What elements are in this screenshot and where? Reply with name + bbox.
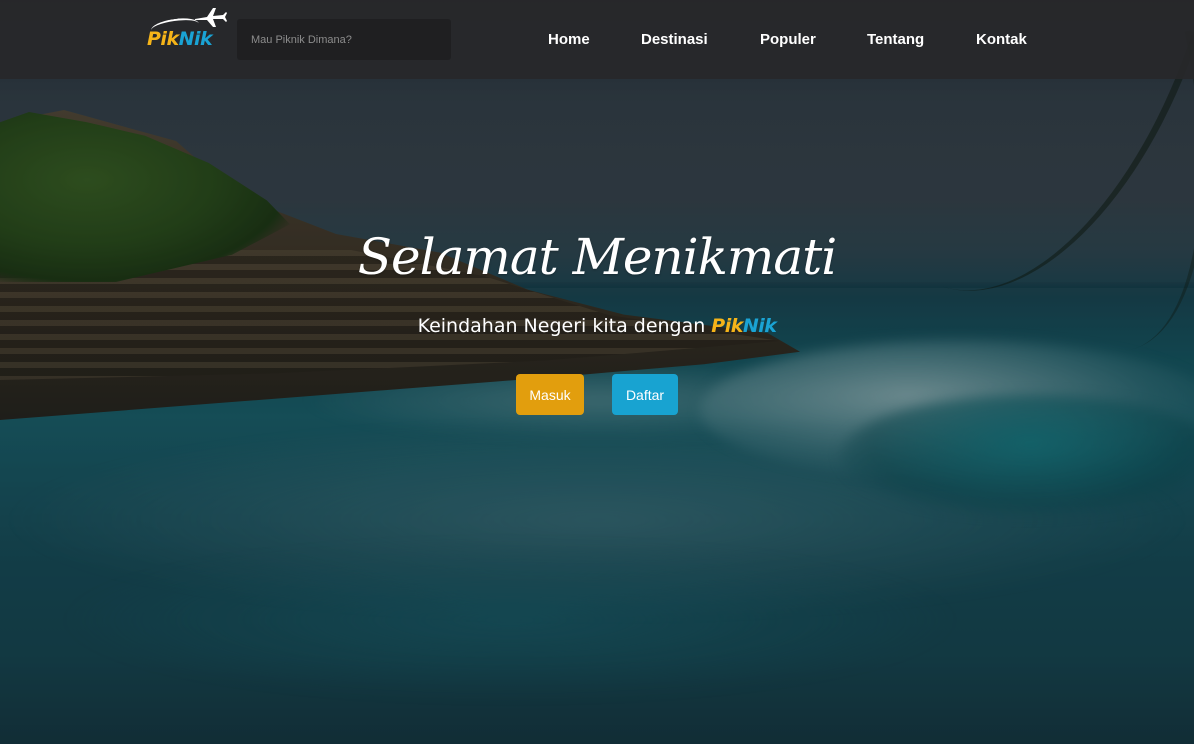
- hero-dark-overlay: [0, 0, 1194, 744]
- logo-text-part1: Pik: [147, 28, 179, 50]
- hero-background-image: [0, 0, 1194, 744]
- masuk-button[interactable]: Masuk: [516, 374, 584, 415]
- nav-link-kontak[interactable]: Kontak: [976, 31, 1027, 48]
- navbar: PikNik Home Destinasi Populer Tentang Ko…: [0, 0, 1194, 79]
- hero-subtitle-text: Keindahan Negeri kita dengan: [417, 315, 706, 337]
- hero-brand-logo: PikNik: [711, 315, 777, 337]
- nav-link-home[interactable]: Home: [548, 31, 590, 48]
- nav-link-populer[interactable]: Populer: [760, 31, 816, 48]
- daftar-button[interactable]: Daftar: [612, 374, 678, 415]
- hero-brand-part2: Nik: [742, 315, 777, 337]
- logo-text-part2: Nik: [178, 28, 213, 50]
- nav-link-tentang[interactable]: Tentang: [867, 31, 924, 48]
- page: PikNik Home Destinasi Populer Tentang Ko…: [0, 0, 1194, 744]
- search-input[interactable]: [237, 19, 451, 60]
- hero-subtitle: Keindahan Negeri kita dengan PikNik: [0, 313, 1194, 339]
- logo[interactable]: PikNik: [147, 7, 229, 57]
- hero-title: Selamat Menikmati: [357, 228, 837, 286]
- nav-link-destinasi[interactable]: Destinasi: [641, 31, 708, 48]
- logo-text: PikNik: [147, 27, 213, 51]
- hero-brand-part1: Pik: [711, 315, 743, 337]
- airplane-icon: [195, 8, 227, 27]
